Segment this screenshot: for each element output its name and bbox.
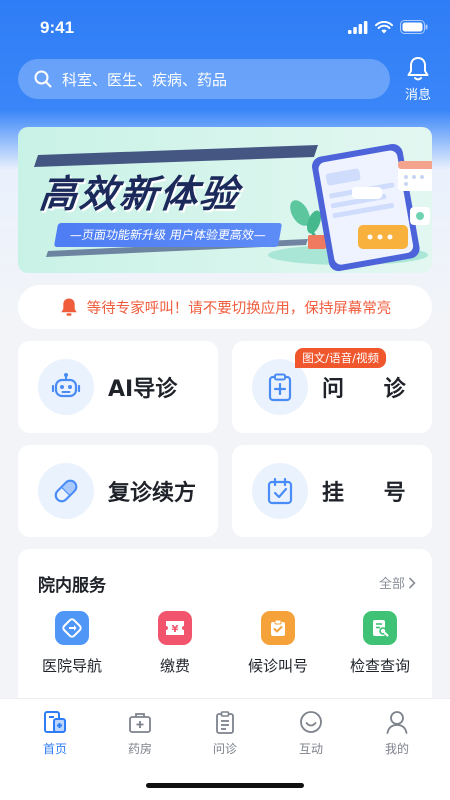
wifi-icon	[375, 20, 393, 33]
pharmacy-icon	[129, 713, 151, 733]
notice-text: 等待专家呼叫！请不要切换应用，保持屏幕常亮	[86, 300, 392, 317]
service-payment[interactable]: ¥ 缴费	[125, 611, 225, 676]
tab-label: 药房	[127, 742, 152, 756]
banner-title: 高效新体验	[37, 172, 242, 216]
home-icon	[44, 711, 66, 733]
queue-icon	[261, 611, 295, 645]
tab-interaction[interactable]: 互动	[281, 709, 341, 757]
card-icon-circle	[252, 463, 308, 519]
signal-icon	[348, 20, 368, 34]
user-icon	[386, 711, 408, 734]
banner-subtitle: —页面功能新升级 用户体验更高效—	[53, 223, 282, 247]
search-input[interactable]: 科室、医生、疾病、药品	[18, 59, 390, 99]
card-label: 复诊续方	[108, 481, 197, 506]
consult-icon	[216, 711, 234, 734]
notice-bar: 等待专家呼叫！请不要切换应用，保持屏幕常亮	[18, 285, 432, 329]
more-label: 全部	[378, 577, 405, 592]
services-title: 院内服务	[38, 576, 106, 596]
status-bar: 9:41	[0, 0, 450, 52]
services-more-link[interactable]: 全部	[379, 573, 416, 592]
card-label: 挂 号	[322, 481, 422, 506]
service-hospital-navigation[interactable]: 医院导航	[22, 611, 122, 676]
tab-label: 首页	[42, 742, 67, 756]
message-label: 消息	[404, 88, 431, 103]
service-label: 医院导航	[41, 657, 102, 675]
search-icon	[34, 70, 52, 88]
consultation-card[interactable]: 图文/语音/视频 问 诊	[232, 341, 432, 433]
calendar-check-icon	[267, 477, 293, 505]
tab-label: 互动	[298, 742, 323, 756]
service-exam-query[interactable]: 检查查询	[330, 611, 430, 676]
chevron-right-icon	[408, 576, 416, 589]
report-search-icon	[363, 611, 397, 645]
consult-type-tag: 图文/语音/视频	[295, 348, 386, 368]
service-queue-calling[interactable]: 候诊叫号	[228, 611, 328, 676]
svg-text:¥: ¥	[172, 624, 179, 635]
tab-label: 问诊	[212, 742, 237, 756]
clipboard-plus-icon	[268, 373, 292, 402]
message-button[interactable]: 消息	[398, 56, 438, 106]
card-label: AI导诊	[108, 377, 178, 402]
battery-icon	[400, 20, 428, 34]
payment-icon: ¥	[158, 611, 192, 645]
card-icon-circle	[38, 359, 94, 415]
tab-label: 我的	[384, 742, 409, 756]
tab-home[interactable]: 首页	[25, 709, 85, 757]
services-panel: 院内服务 全部 医院导航 ¥ 缴费 候诊叫号 检查查询	[18, 549, 432, 709]
ai-triage-card[interactable]: AI导诊	[18, 341, 218, 433]
service-label: 检查查询	[349, 657, 410, 675]
smile-icon	[300, 711, 322, 733]
service-label: 候诊叫号	[247, 657, 308, 675]
home-indicator[interactable]	[146, 783, 304, 788]
bell-alert-icon	[61, 298, 77, 316]
follow-up-prescription-card[interactable]: 复诊续方	[18, 445, 218, 537]
card-icon-circle	[38, 463, 94, 519]
status-icons	[348, 20, 428, 34]
service-label: 缴费	[159, 657, 190, 675]
card-label: 问 诊	[322, 377, 422, 402]
promo-banner[interactable]: 高效新体验 —页面功能新升级 用户体验更高效—	[18, 127, 432, 273]
search-placeholder: 科室、医生、疾病、药品	[62, 70, 228, 89]
bell-icon	[407, 57, 429, 81]
navigation-icon	[55, 611, 89, 645]
tab-pharmacy[interactable]: 药房	[110, 709, 170, 757]
registration-card[interactable]: 挂 号	[232, 445, 432, 537]
status-time: 9:41	[40, 18, 75, 37]
tab-consult[interactable]: 问诊	[195, 709, 255, 757]
tab-profile[interactable]: 我的	[367, 709, 427, 757]
robot-icon	[51, 373, 81, 398]
pill-icon	[54, 479, 78, 503]
